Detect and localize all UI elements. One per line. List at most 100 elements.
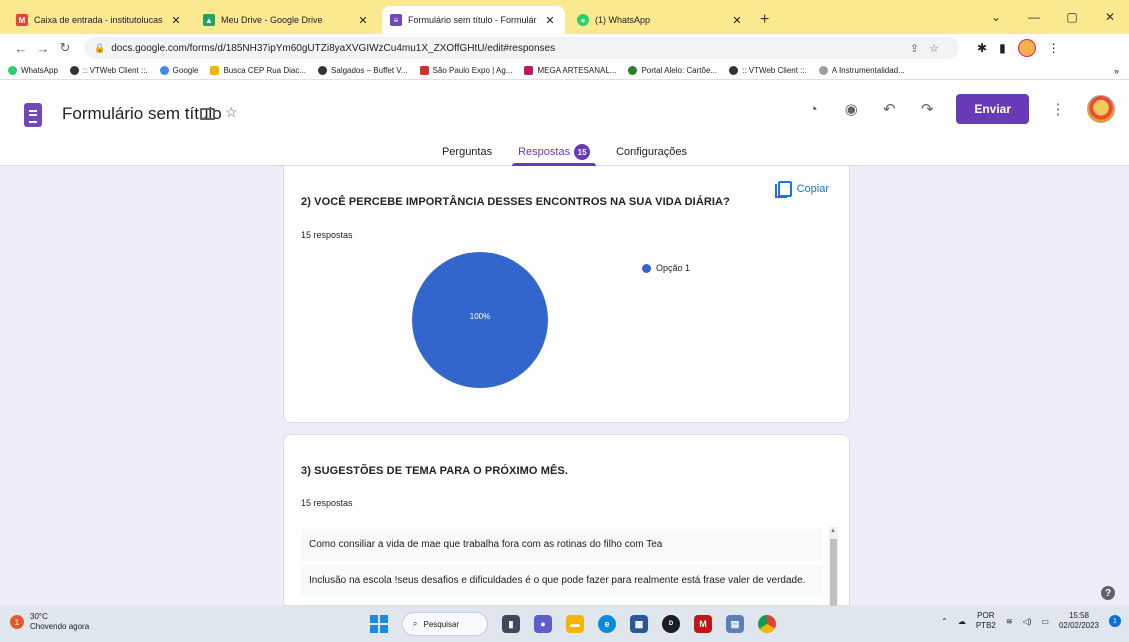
bookmark-item[interactable]: A Instrumentalidad... (818, 66, 905, 75)
tab-label: Configurações (616, 146, 688, 158)
tab-search-icon[interactable]: ⌄ (977, 10, 1015, 24)
undo-icon[interactable]: ↶ (880, 100, 898, 118)
title-actions: ☆ (200, 104, 238, 121)
tab-settings[interactable]: Configurações (610, 138, 693, 166)
palette-icon[interactable]: ◔ (804, 101, 822, 118)
bookmark-item[interactable]: WhatsApp (8, 66, 58, 75)
header-actions: ◔ ◉ ↶ ↷ Enviar ⋮ (804, 94, 1115, 124)
tab-questions[interactable]: Perguntas (436, 138, 498, 166)
forms-header: Formulário sem título ☆ ◔ ◉ ↶ ↷ Enviar ⋮… (0, 80, 1129, 166)
language-indicator[interactable]: POR PTB2 (976, 611, 996, 631)
share-star-icons[interactable]: ⇪☆ (910, 42, 949, 55)
new-tab-button[interactable]: + (760, 11, 769, 29)
close-tab-icon[interactable]: ✕ (169, 14, 183, 27)
bookmark-label: Busca CEP Rua Diac... (223, 66, 307, 75)
bookmark-item[interactable]: MEGA ARTESANAL... (524, 66, 616, 75)
browser-tab-gmail[interactable]: M Caixa de entrada - institutolucas ✕ (8, 6, 191, 34)
forms-logo-icon[interactable] (24, 103, 42, 127)
minimize-button[interactable]: — (1015, 10, 1053, 24)
form-tabs: Perguntas Respostas 15 Configurações (0, 138, 1129, 166)
avatar[interactable] (1087, 95, 1115, 123)
chat-icon[interactable]: ● (534, 615, 552, 633)
close-tab-icon[interactable]: ✕ (730, 14, 744, 27)
help-icon[interactable]: ? (1101, 586, 1115, 600)
news-icon[interactable]: ▤ (726, 615, 744, 633)
bookmark-item[interactable]: Busca CEP Rua Diac... (210, 66, 306, 75)
folder-icon[interactable] (200, 108, 215, 120)
preview-eye-icon[interactable]: ◉ (842, 100, 860, 118)
responses-count-badge: 15 (574, 144, 591, 160)
send-button[interactable]: Enviar (956, 94, 1029, 124)
bookmark-item[interactable]: Google (159, 66, 198, 75)
response-list: Como consiliar a vida de mae que trabalh… (301, 529, 823, 601)
sidepanel-icon[interactable]: ▮ (999, 41, 1006, 55)
lock-icon[interactable]: 🔒 (94, 43, 105, 54)
weather-widget[interactable]: 1 30°C Chovendo agora (10, 612, 89, 632)
window-controls: ⌄ — ▢ ✕ (977, 0, 1129, 34)
chart-legend[interactable]: Opção 1 (642, 263, 690, 273)
close-tab-icon[interactable]: ✕ (543, 14, 557, 27)
mcafee-icon[interactable]: M (694, 615, 712, 633)
bookmark-item[interactable]: São Paulo Expo | Ag... (419, 66, 512, 75)
alelo-icon (628, 66, 638, 75)
form-title[interactable]: Formulário sem título (62, 104, 222, 124)
tab-responses[interactable]: Respostas 15 (512, 138, 597, 166)
store-icon[interactable]: ▦ (630, 615, 648, 633)
forward-button[interactable]: → (32, 41, 54, 56)
tab-label: Perguntas (441, 146, 493, 158)
battery-icon[interactable]: ▭ (1041, 617, 1049, 626)
pie-chart[interactable]: 100% (412, 252, 548, 388)
scrollbar-thumb[interactable] (830, 539, 837, 607)
copy-icon (774, 181, 792, 198)
globe-icon (69, 66, 79, 75)
browser-tab-whatsapp[interactable]: ● (1) WhatsApp ✕ (569, 6, 752, 34)
show-hidden-icons[interactable]: ⌃ (941, 617, 948, 626)
browser-menu-icon[interactable]: ⋮ (1048, 41, 1060, 55)
volume-icon[interactable]: ◁) (1023, 617, 1032, 626)
browser-tab-drive[interactable]: ▲ Meu Drive - Google Drive ✕ (195, 6, 378, 34)
browser-tab-forms[interactable]: ≡ Formulário sem título - Formulár ✕ (382, 6, 565, 34)
taskbar-apps: ⌕ Pesquisar ▮ ● ▬ e ▦ D M ▤ (370, 612, 776, 636)
list-item: Como consiliar a vida de mae que trabalh… (301, 529, 823, 561)
clock-time: 15:58 (1068, 611, 1089, 620)
task-view-icon[interactable]: ▮ (502, 615, 520, 633)
redo-icon[interactable]: ↷ (918, 100, 936, 118)
more-bookmarks-icon[interactable]: » (1114, 66, 1119, 76)
clock[interactable]: 15:58 02/02/2023 (1059, 611, 1099, 631)
tab-title: Formulário sem título - Formulár (408, 15, 537, 25)
bookmark-item[interactable]: :: VTWeb Client ::. (729, 66, 807, 75)
keyboard-layout: PTB2 (975, 621, 996, 630)
maximize-button[interactable]: ▢ (1053, 10, 1091, 24)
system-tray: ⌃ ☁ POR PTB2 ≋ ◁) ▭ 15:58 02/02/2023 1 (941, 611, 1121, 631)
taskbar-search[interactable]: ⌕ Pesquisar (402, 612, 488, 636)
dell-icon[interactable]: D (662, 615, 680, 633)
onedrive-icon[interactable]: ☁ (958, 617, 966, 626)
close-window-button[interactable]: ✕ (1091, 10, 1129, 24)
star-icon[interactable]: ☆ (225, 104, 238, 121)
globe-icon (318, 66, 328, 75)
bookmark-item[interactable]: Portal Alelo: Cartõe... (628, 66, 717, 75)
question-summary-card: 3) SUGESTÕES DE TEMA PARA O PRÓXIMO MÊS.… (283, 434, 850, 607)
profile-avatar[interactable] (1017, 39, 1036, 57)
scroll-up-icon[interactable]: ▲ (830, 528, 836, 534)
scrollbar[interactable]: ▲ (829, 527, 838, 607)
close-tab-icon[interactable]: ✕ (356, 14, 370, 27)
copy-chart-button[interactable]: Copiar (774, 181, 829, 198)
reload-button[interactable]: ↻ (54, 40, 76, 56)
search-icon: ⌕ (413, 619, 418, 628)
wifi-icon[interactable]: ≋ (1006, 617, 1013, 626)
edge-icon[interactable]: e (598, 615, 616, 633)
windows-start-icon[interactable] (370, 615, 388, 633)
whatsapp-icon: ● (577, 14, 589, 26)
more-options-icon[interactable]: ⋮ (1049, 100, 1067, 118)
bookmark-item[interactable]: :: VTWeb Client ::. (69, 66, 148, 75)
notification-badge[interactable]: 1 (1109, 615, 1121, 627)
extensions-puzzle-icon[interactable]: ✱ (977, 41, 987, 55)
address-bar[interactable]: 🔒 docs.google.com/forms/d/185NH37ipYm60g… (84, 37, 959, 59)
drive-icon: ▲ (203, 14, 215, 26)
bookmark-item[interactable]: Salgados – Buffet V... (318, 66, 408, 75)
response-count: 15 respostas (301, 230, 353, 240)
file-explorer-icon[interactable]: ▬ (566, 615, 584, 633)
back-button[interactable]: ← (10, 41, 32, 56)
chrome-icon[interactable] (758, 615, 776, 633)
